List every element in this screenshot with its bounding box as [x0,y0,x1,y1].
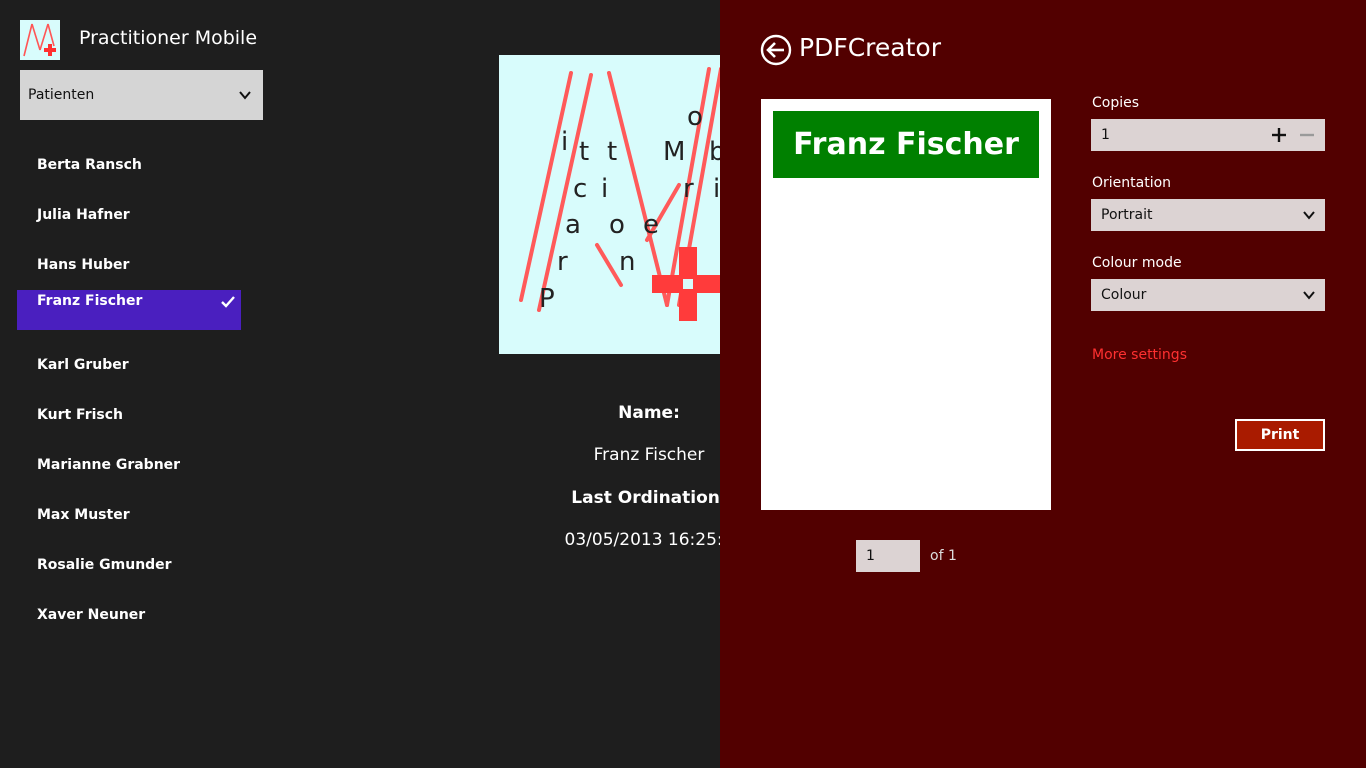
plus-icon[interactable] [1269,125,1289,145]
patient-item[interactable]: Marianne Grabner [17,440,241,490]
patient-name: Marianne Grabner [37,457,181,473]
svg-text:o: o [609,210,625,240]
svg-text:i: i [561,127,568,157]
print-button[interactable]: Print [1235,419,1325,451]
svg-text:c: c [573,174,587,204]
patient-item[interactable]: Julia Hafner [17,190,241,240]
copies-label: Copies [1092,95,1140,111]
name-value: Franz Fischer [593,445,705,465]
patient-item[interactable]: Kurt Frisch [17,390,241,440]
svg-text:b: b [709,137,720,167]
last-ordination-value: 03/05/2013 16:25:0 [564,530,720,550]
svg-text:t: t [579,137,589,167]
patient-item[interactable]: Rosalie Gmunder [17,540,241,590]
orientation-label: Orientation [1092,175,1172,191]
svg-text:M: M [663,137,685,167]
patient-item[interactable]: Max Muster [17,490,241,540]
page-count-label: of 1 [930,548,957,564]
name-label: Name: [618,403,680,423]
colour-mode-dropdown[interactable]: Colour [1091,279,1325,311]
patient-name: Berta Ransch [37,157,142,173]
more-settings-link[interactable]: More settings [1092,347,1187,363]
practitioner-logo-image: i tt ci aoe rn P o Mb ri [499,55,720,354]
print-preview-page: Franz Fischer [761,99,1051,510]
category-dropdown[interactable]: Patienten [20,70,263,120]
app-title: Practitioner Mobile [79,27,258,49]
patient-name: Hans Huber [37,257,130,273]
svg-text:P: P [539,284,555,314]
print-flyout: PDFCreator Franz Fischer 1 of 1 Copies 1… [720,0,1366,768]
svg-text:a: a [565,210,581,240]
patient-name: Julia Hafner [37,207,130,223]
svg-text:n: n [619,247,635,277]
checkmark-icon [221,296,235,308]
back-arrow-icon[interactable] [760,34,792,66]
preview-patient-name: Franz Fischer [773,111,1039,178]
patient-item[interactable]: Hans Huber [17,240,241,290]
colour-mode-label: Colour mode [1092,255,1182,271]
copies-value: 1 [1101,127,1110,143]
patient-item[interactable]: Karl Gruber [17,340,241,390]
patient-name: Karl Gruber [37,357,129,373]
svg-text:r: r [683,174,694,204]
svg-text:o: o [687,102,703,132]
patient-item[interactable]: Berta Ransch [17,140,241,190]
svg-text:r: r [557,247,568,277]
last-ordination-label: Last Ordination: [571,488,720,508]
patient-list: Berta Ransch Julia Hafner Hans Huber Fra… [17,140,241,640]
page-number-input[interactable]: 1 [856,540,920,572]
orientation-dropdown[interactable]: Portrait [1091,199,1325,231]
patient-name: Franz Fischer [37,293,143,309]
category-dropdown-value: Patienten [28,87,95,103]
patient-item-selected[interactable]: Franz Fischer [17,290,241,330]
chevron-down-icon [239,91,251,100]
minus-icon[interactable] [1297,125,1317,145]
app-main: Practitioner Mobile Patienten Berta Rans… [0,0,720,768]
chevron-down-icon [1303,291,1315,300]
copies-field[interactable]: 1 [1091,119,1325,151]
svg-text:i: i [601,174,608,204]
app-logo-icon [20,20,60,60]
patient-name: Xaver Neuner [37,607,146,623]
patient-name: Rosalie Gmunder [37,557,172,573]
patient-name: Max Muster [37,507,130,523]
svg-text:e: e [643,210,659,240]
orientation-value: Portrait [1101,207,1153,223]
svg-text:t: t [607,137,617,167]
chevron-down-icon [1303,211,1315,220]
svg-text:i: i [713,174,720,204]
patient-name: Kurt Frisch [37,407,124,423]
colour-mode-value: Colour [1101,287,1147,303]
patient-item[interactable]: Xaver Neuner [17,590,241,640]
printer-title: PDFCreator [799,33,941,62]
